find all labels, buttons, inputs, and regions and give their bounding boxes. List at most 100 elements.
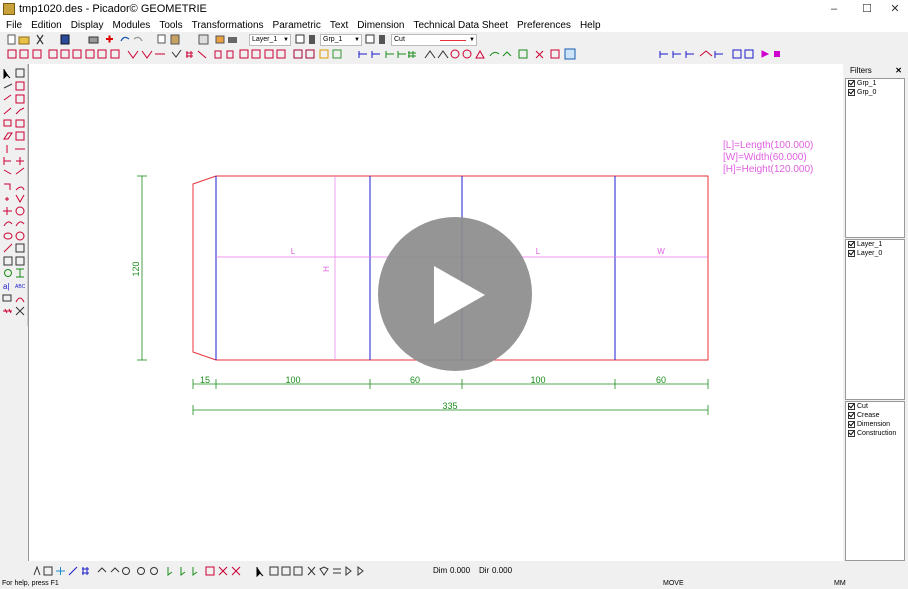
tool-icon[interactable]: [293, 566, 303, 576]
tool-icon[interactable]: [357, 565, 364, 577]
redo-icon[interactable]: [133, 36, 143, 42]
tool-icon[interactable]: [450, 49, 460, 59]
tool-icon[interactable]: [2, 294, 12, 302]
tool-icon[interactable]: [535, 50, 544, 59]
pointer-icon[interactable]: [256, 567, 264, 578]
layer-select[interactable]: Layer_1 ▼: [249, 34, 291, 46]
tool-icon[interactable]: [82, 567, 89, 575]
tool-icon[interactable]: [239, 49, 249, 59]
tool-icon[interactable]: [15, 243, 25, 253]
stop-icon[interactable]: [774, 51, 780, 57]
text-tool-icon[interactable]: a|: [3, 282, 10, 291]
filter-layer-item[interactable]: Layer_1: [846, 240, 904, 249]
add-icon[interactable]: [106, 35, 113, 43]
tool-icon[interactable]: [251, 49, 261, 59]
tool-icon[interactable]: [564, 48, 576, 60]
menu-tools[interactable]: Tools: [159, 20, 182, 31]
tool-icon[interactable]: [293, 49, 303, 59]
tool-icon[interactable]: [48, 49, 58, 59]
play-video-button[interactable]: [378, 217, 532, 371]
tool-icon[interactable]: [15, 297, 25, 303]
tool-icon[interactable]: [110, 49, 120, 59]
polyline-icon[interactable]: [15, 107, 25, 115]
tool-icon[interactable]: [714, 51, 723, 58]
tool-icon[interactable]: [15, 94, 25, 104]
open-file-icon[interactable]: [18, 36, 30, 45]
filter-linetype-item[interactable]: Crease: [846, 411, 904, 420]
trim-icon[interactable]: [15, 306, 25, 316]
point-icon[interactable]: [5, 197, 9, 201]
arc-icon[interactable]: [15, 221, 25, 227]
tool-icon[interactable]: [307, 566, 316, 576]
filter-linetype-item[interactable]: Dimension: [846, 420, 904, 429]
tool-icon[interactable]: [16, 157, 24, 165]
tool-icon[interactable]: [15, 131, 25, 141]
checkbox[interactable]: [848, 421, 855, 428]
dir-value[interactable]: 0.000: [492, 566, 512, 575]
eraser-icon[interactable]: [3, 83, 13, 89]
tool-icon[interactable]: [518, 49, 528, 59]
parallelogram-icon[interactable]: [3, 132, 13, 140]
tool-icon[interactable]: [3, 94, 12, 101]
paint-icon[interactable]: [215, 35, 225, 44]
tool-icon[interactable]: [281, 566, 291, 576]
tool-icon[interactable]: [218, 566, 228, 576]
tool-icon[interactable]: [60, 49, 70, 59]
tool-icon[interactable]: [672, 51, 681, 58]
tool-icon[interactable]: [33, 565, 41, 576]
drawing-canvas[interactable]: L H L W [L]=Length(100.000) [W]=Width(60…: [28, 64, 843, 561]
layer-copy-icon[interactable]: [295, 34, 305, 44]
tool-icon[interactable]: [97, 49, 107, 59]
menu-help[interactable]: Help: [580, 20, 601, 31]
menu-text[interactable]: Text: [330, 20, 348, 31]
tool-icon[interactable]: [462, 49, 472, 59]
tool-icon[interactable]: [171, 49, 182, 58]
filters-close-icon[interactable]: ✕: [895, 64, 902, 78]
zoom-icon[interactable]: [150, 567, 158, 575]
tool-icon[interactable]: [127, 50, 139, 59]
paste-icon[interactable]: [170, 34, 180, 45]
group-icon[interactable]: [365, 34, 375, 44]
new-file-icon[interactable]: [7, 34, 16, 45]
filter-group-item[interactable]: Grp_0: [846, 88, 904, 97]
tool-icon[interactable]: [7, 49, 17, 59]
print-preview-icon[interactable]: [198, 34, 209, 45]
tool-icon[interactable]: [141, 50, 153, 59]
tool-icon[interactable]: [3, 157, 11, 165]
tool-icon[interactable]: [214, 50, 222, 59]
arc-icon[interactable]: [3, 221, 13, 227]
tool-icon[interactable]: [167, 567, 173, 576]
truck-icon[interactable]: [228, 37, 237, 43]
tool-icon[interactable]: [319, 49, 329, 59]
checkbox[interactable]: [848, 241, 855, 248]
tool-icon[interactable]: [16, 268, 24, 278]
tool-icon[interactable]: [264, 49, 274, 59]
tool-icon[interactable]: [371, 51, 380, 58]
linetype-select[interactable]: Cut ▼: [391, 34, 477, 46]
tool-icon[interactable]: [3, 207, 12, 215]
menu-display[interactable]: Display: [71, 20, 104, 31]
group-select[interactable]: Grp_1 ▼: [320, 34, 362, 46]
menu-preferences[interactable]: Preferences: [517, 20, 571, 31]
tool-icon[interactable]: [3, 308, 12, 314]
tool-icon[interactable]: [397, 51, 406, 58]
group-delete-icon[interactable]: [379, 35, 385, 44]
text-style-icon[interactable]: ABC: [15, 284, 26, 290]
checkbox[interactable]: [848, 80, 855, 87]
tool-icon[interactable]: [15, 256, 25, 266]
zoom-icon[interactable]: [122, 567, 130, 575]
tool-icon[interactable]: [475, 49, 485, 59]
menu-parametric[interactable]: Parametric: [273, 20, 321, 31]
tool-icon[interactable]: [305, 49, 315, 59]
tool-icon[interactable]: [97, 567, 107, 573]
tool-icon[interactable]: [385, 51, 394, 58]
tool-icon[interactable]: [269, 566, 279, 576]
checkbox[interactable]: [848, 412, 855, 419]
tool-icon[interactable]: [192, 567, 198, 576]
tool-icon[interactable]: [15, 167, 25, 175]
grid-icon[interactable]: [43, 566, 53, 576]
tool-icon[interactable]: [15, 81, 25, 91]
tool-icon[interactable]: [226, 50, 234, 59]
close-button[interactable]: ✕: [880, 0, 908, 18]
corner-icon[interactable]: [4, 183, 11, 190]
